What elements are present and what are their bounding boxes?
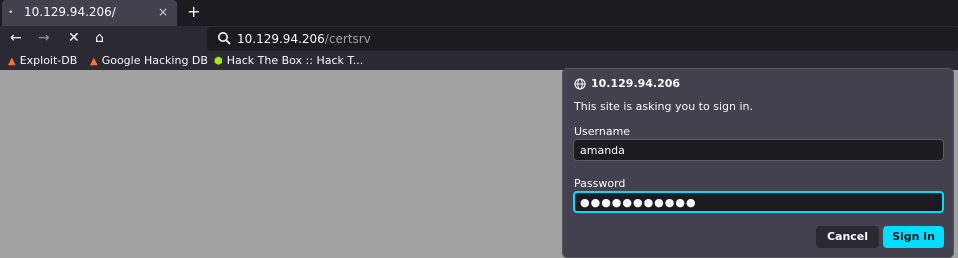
tab-loading-indicator: • bbox=[8, 8, 14, 18]
bookmark-label: Google Hacking DB bbox=[101, 54, 208, 67]
flame-icon: ▲ bbox=[90, 56, 98, 67]
password-label: Password bbox=[574, 177, 626, 190]
password-field[interactable]: ●●●●●●●●●●● bbox=[573, 191, 944, 213]
active-tab[interactable]: • 10.129.94.206/ × bbox=[2, 0, 177, 26]
bookmark-label: Hack The Box :: Hack T... bbox=[226, 54, 364, 67]
bookmark-google-hacking-db[interactable]: ▲ Google Hacking DB bbox=[90, 54, 208, 67]
back-icon[interactable]: ← bbox=[10, 30, 22, 46]
flame-icon: ▲ bbox=[8, 56, 16, 67]
new-tab-button[interactable]: + bbox=[187, 2, 200, 21]
globe-icon bbox=[574, 78, 586, 90]
search-icon bbox=[218, 32, 231, 45]
auth-dialog: 10.129.94.206 This site is asking you to… bbox=[562, 68, 954, 258]
bookmark-hack-the-box[interactable]: ⬢ Hack The Box :: Hack T... bbox=[214, 54, 363, 67]
home-icon[interactable]: ⌂ bbox=[95, 30, 104, 46]
username-field[interactable]: amanda bbox=[573, 139, 944, 161]
tab-strip: • 10.129.94.206/ × + bbox=[0, 0, 958, 26]
url-bar[interactable]: 10.129.94.206/certsrv bbox=[207, 27, 958, 51]
dialog-message: This site is asking you to sign in. bbox=[574, 100, 753, 113]
url-text: 10.129.94.206/certsrv bbox=[237, 32, 371, 46]
tab-close-icon[interactable]: × bbox=[158, 5, 168, 19]
sign-in-button[interactable]: Sign in bbox=[883, 226, 944, 248]
cancel-button[interactable]: Cancel bbox=[816, 226, 879, 248]
dialog-origin: 10.129.94.206 bbox=[591, 77, 681, 90]
forward-icon[interactable]: → bbox=[38, 30, 50, 46]
bookmark-exploit-db[interactable]: ▲ Exploit-DB bbox=[8, 54, 77, 67]
stop-icon[interactable]: ✕ bbox=[68, 30, 80, 46]
tab-title: 10.129.94.206/ bbox=[24, 5, 116, 19]
url-path: /certsrv bbox=[324, 32, 371, 46]
username-label: Username bbox=[574, 125, 631, 138]
url-host: 10.129.94.206 bbox=[237, 32, 325, 46]
cube-icon: ⬢ bbox=[214, 56, 223, 67]
bookmark-label: Exploit-DB bbox=[19, 54, 78, 67]
